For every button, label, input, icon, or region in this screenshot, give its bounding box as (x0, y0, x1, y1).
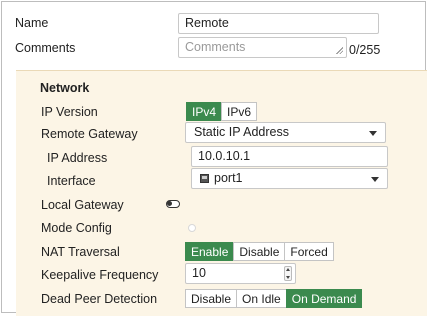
nat-disable-option[interactable]: Disable (233, 242, 286, 261)
nat-traversal-label: NAT Traversal (41, 245, 120, 259)
toggle-knob (167, 201, 172, 206)
ip-version-label: IP Version (41, 105, 98, 119)
network-section: Network IP Version IPv4 IPv6 Remote Gate… (16, 70, 427, 316)
comments-counter: 0/255 (349, 43, 381, 57)
dpd-disable-option[interactable]: Disable (185, 289, 238, 308)
ipv4-option[interactable]: IPv4 (186, 102, 223, 121)
port-icon (200, 174, 209, 183)
ipv6-option[interactable]: IPv6 (221, 102, 258, 121)
keepalive-value: 10 (192, 266, 206, 280)
local-gateway-label: Local Gateway (41, 198, 124, 212)
dpd-toggle: Disable On Idle On Demand (185, 289, 363, 308)
keepalive-label: Keepalive Frequency (41, 268, 159, 282)
chevron-down-icon (371, 177, 379, 182)
name-input[interactable]: Remote (178, 13, 379, 34)
nat-enable-option[interactable]: Enable (185, 242, 235, 261)
interface-select[interactable]: port1 (191, 168, 388, 189)
resize-handle-icon[interactable] (336, 47, 343, 54)
dpd-on-demand-option[interactable]: On Demand (285, 289, 363, 308)
ip-version-toggle: IPv4 IPv6 (186, 102, 258, 121)
dpd-label: Dead Peer Detection (41, 292, 158, 306)
ip-address-input[interactable]: 10.0.10.1 (191, 146, 388, 167)
remote-gateway-label: Remote Gateway (41, 127, 138, 141)
comments-label: Comments (15, 41, 76, 55)
name-label: Name (15, 16, 49, 30)
dpd-on-idle-option[interactable]: On Idle (236, 289, 287, 308)
interface-label: Interface (47, 174, 96, 188)
ip-address-label: IP Address (47, 151, 108, 165)
nat-traversal-toggle: Enable Disable Forced (185, 242, 334, 261)
comments-textarea[interactable]: Comments (178, 37, 347, 58)
nat-forced-option[interactable]: Forced (284, 242, 334, 261)
interface-value: port1 (214, 171, 243, 185)
mode-config-label: Mode Config (41, 221, 112, 235)
remote-gateway-select[interactable]: Static IP Address (185, 122, 386, 143)
stepper-icon[interactable] (284, 266, 292, 281)
chevron-down-icon (369, 131, 377, 136)
keepalive-input[interactable]: 10 (185, 263, 296, 284)
mode-config-checkbox[interactable] (188, 224, 196, 232)
remote-gateway-value: Static IP Address (194, 125, 289, 139)
section-title: Network (40, 81, 90, 95)
comments-placeholder: Comments (185, 40, 246, 54)
local-gateway-toggle[interactable] (166, 200, 180, 208)
